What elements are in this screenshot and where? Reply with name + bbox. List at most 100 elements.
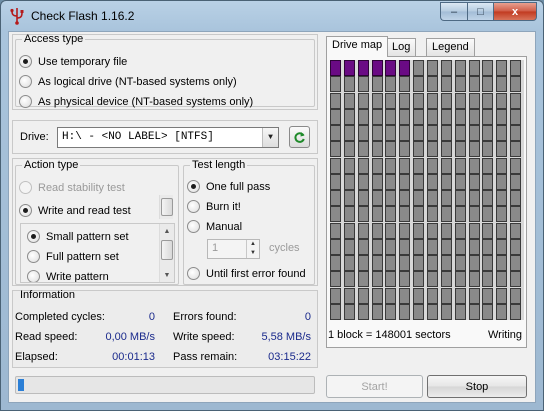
drive-map-block — [496, 255, 508, 271]
drive-map-block — [454, 238, 466, 255]
drive-map-block — [399, 222, 411, 239]
drive-map-block — [399, 271, 411, 288]
drive-map-block — [454, 303, 466, 320]
drive-map-block — [357, 173, 369, 190]
test-length-legend: Test length — [192, 159, 246, 171]
drive-map-block — [399, 76, 411, 93]
drive-map-block — [343, 173, 355, 190]
pattern-list-scrollbar[interactable]: ▲ ▼ — [159, 224, 174, 282]
drive-map-block — [510, 76, 522, 93]
one-full-pass-radio[interactable]: One full pass — [187, 180, 270, 193]
drive-map-block — [426, 206, 438, 223]
title-bar[interactable]: Check Flash 1.16.2 – □ x — [1, 1, 543, 31]
drive-map-block — [357, 76, 369, 93]
until-first-error-radio[interactable]: Until first error found — [187, 267, 306, 280]
drive-map-block — [496, 287, 508, 304]
radio-indicator — [27, 230, 40, 243]
drive-map-block — [454, 206, 466, 223]
start-button[interactable]: Start! — [326, 375, 423, 398]
scrollbar-thumb[interactable] — [161, 198, 173, 216]
scroll-up-icon[interactable]: ▲ — [160, 224, 174, 238]
drive-map-block — [440, 76, 452, 93]
stop-button[interactable]: Stop — [427, 375, 527, 398]
drive-map-block — [399, 125, 411, 141]
drive-map-block — [385, 255, 397, 271]
drive-map-block — [496, 173, 508, 190]
drive-map-block — [440, 108, 452, 125]
maximize-button[interactable]: □ — [467, 2, 493, 21]
manual-radio[interactable]: Manual — [187, 220, 242, 233]
drive-map-block — [371, 303, 383, 320]
drive-map-block — [454, 222, 466, 239]
cycles-spinbox[interactable]: 1 ▲ ▼ — [207, 239, 260, 259]
completed-cycles-value: 0 — [148, 311, 155, 323]
drive-map-block — [371, 173, 383, 190]
write-pattern-radio[interactable]: Write pattern — [27, 270, 109, 282]
scrollbar-thumb[interactable] — [161, 240, 173, 260]
read-stability-test-radio[interactable]: Read stability test — [19, 181, 125, 194]
drive-map-block — [385, 206, 397, 223]
drive-map-block — [482, 222, 494, 239]
refresh-drives-button[interactable] — [289, 126, 310, 148]
drive-map-block — [496, 190, 508, 206]
access-logical-drive-radio[interactable]: As logical drive (NT-based systems only) — [19, 75, 237, 88]
drive-map-block — [343, 238, 355, 255]
minimize-button[interactable]: – — [440, 2, 467, 21]
drive-map-block — [454, 76, 466, 93]
drive-map-block — [413, 238, 425, 255]
drive-map-block — [399, 238, 411, 255]
tab-log[interactable]: Log — [386, 38, 417, 56]
drive-map-block — [371, 206, 383, 223]
burn-it-radio[interactable]: Burn it! — [187, 200, 241, 213]
drive-map-block — [496, 222, 508, 239]
drive-map-block — [426, 76, 438, 93]
drive-select[interactable]: H:\ - <NO LABEL> [NTFS] ▼ — [57, 127, 279, 148]
radio-indicator — [187, 200, 200, 213]
drive-map-block — [426, 303, 438, 320]
test-progress-bar — [15, 376, 315, 394]
spin-down-icon[interactable]: ▼ — [247, 249, 259, 258]
drive-map-block — [510, 287, 522, 304]
cycles-spin-buttons[interactable]: ▲ ▼ — [246, 240, 259, 258]
radio-indicator — [27, 250, 40, 263]
progress-fill — [18, 379, 24, 391]
full-pattern-set-radio[interactable]: Full pattern set — [27, 250, 119, 263]
drive-map-block — [357, 287, 369, 304]
access-temp-file-radio[interactable]: Use temporary file — [19, 55, 127, 68]
drive-map-block — [399, 157, 411, 174]
write-speed-value: 5,58 MB/s — [261, 331, 311, 343]
radio-indicator — [19, 181, 32, 194]
access-physical-device-radio[interactable]: As physical device (NT-based systems onl… — [19, 95, 253, 108]
small-pattern-set-radio[interactable]: Small pattern set — [27, 230, 129, 243]
drive-map-block — [413, 222, 425, 239]
spin-up-icon[interactable]: ▲ — [247, 240, 259, 249]
drive-map-block — [343, 125, 355, 141]
write-read-test-radio[interactable]: Write and read test — [19, 204, 131, 217]
radio-indicator — [19, 75, 32, 88]
drive-map-block — [468, 190, 480, 206]
drive-map-block — [454, 157, 466, 174]
close-button[interactable]: x — [493, 2, 537, 21]
drive-map-block — [399, 141, 411, 158]
drive-map-block — [440, 303, 452, 320]
drive-map-block — [357, 125, 369, 141]
drive-map-block — [440, 255, 452, 271]
drive-map-block — [413, 271, 425, 288]
drive-map-block — [510, 190, 522, 206]
drive-map-block — [440, 238, 452, 255]
pattern-list[interactable]: Small pattern set Full pattern set Write… — [20, 223, 175, 283]
scroll-down-icon[interactable]: ▼ — [160, 268, 174, 282]
action-list-scrollbar[interactable] — [159, 195, 173, 219]
drive-map-block — [510, 238, 522, 255]
drive-map-block — [426, 255, 438, 271]
drive-select-value: H:\ - <NO LABEL> [NTFS] — [62, 131, 214, 143]
tab-legend[interactable]: Legend — [426, 38, 475, 56]
tab-drive-map[interactable]: Drive map — [326, 36, 389, 57]
drive-map-block — [330, 303, 341, 320]
small-pattern-set-label: Small pattern set — [46, 230, 129, 243]
drive-map-block — [426, 190, 438, 206]
chevron-down-icon[interactable]: ▼ — [262, 128, 278, 147]
drive-map-block — [399, 108, 411, 125]
cycles-label: cycles — [269, 242, 300, 254]
drive-map-block — [496, 271, 508, 288]
